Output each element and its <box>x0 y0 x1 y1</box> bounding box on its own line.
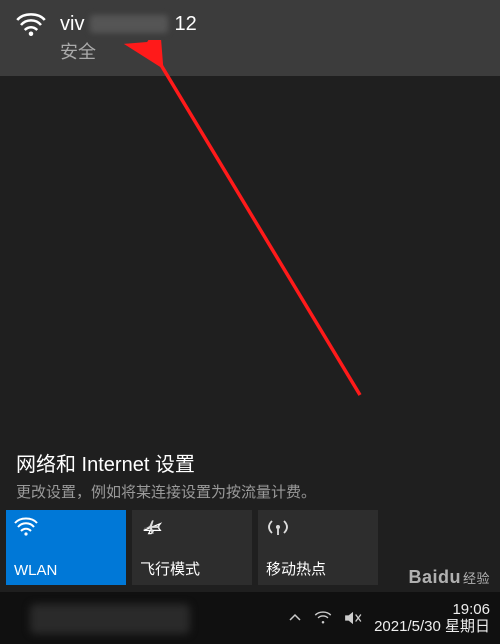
tile-label: 移动热点 <box>266 558 370 579</box>
annotation-arrow <box>120 40 380 410</box>
wifi-name: viv 12 <box>60 12 197 36</box>
taskbar-clock[interactable]: 19:06 2021/5/30 星期日 <box>374 601 490 636</box>
tile-mobile-hotspot[interactable]: 移动热点 <box>258 510 378 585</box>
system-tray: 19:06 2021/5/30 星期日 <box>288 601 490 636</box>
network-settings-link[interactable]: 网络和 Internet 设置 更改设置，例如将某连接设置为按流量计费。 <box>0 448 500 502</box>
wifi-name-redacted <box>90 15 168 33</box>
clock-time: 19:06 <box>374 601 490 618</box>
tile-wlan[interactable]: WLAN <box>6 510 126 585</box>
wifi-network-item[interactable]: viv 12 安全 <box>0 0 500 76</box>
chevron-up-icon[interactable] <box>288 611 302 625</box>
network-flyout: viv 12 安全 网络和 Internet 设置 更改设置，例如将某连接设置为… <box>0 0 500 644</box>
wifi-icon <box>16 12 46 38</box>
settings-subtitle: 更改设置，例如将某连接设置为按流量计费。 <box>16 481 484 502</box>
wifi-status-label: 安全 <box>60 38 197 64</box>
taskbar-redacted <box>30 604 190 634</box>
settings-title: 网络和 Internet 设置 <box>16 448 484 477</box>
watermark-brand: Baidu <box>408 567 461 587</box>
quick-tiles: WLAN 飞行模式 移动热点 <box>0 510 384 585</box>
wifi-icon <box>14 516 118 538</box>
watermark: Baidu经验 <box>408 567 490 588</box>
tile-airplane-mode[interactable]: 飞行模式 <box>132 510 252 585</box>
airplane-icon <box>140 516 244 538</box>
wifi-name-prefix: viv <box>60 12 84 36</box>
watermark-suffix: 经验 <box>463 571 490 586</box>
wifi-icon[interactable] <box>314 611 332 625</box>
hotspot-icon <box>266 516 370 538</box>
wifi-name-suffix: 12 <box>174 12 196 36</box>
tile-label: 飞行模式 <box>140 558 244 579</box>
volume-mute-icon[interactable] <box>344 611 362 625</box>
tile-label: WLAN <box>14 562 118 579</box>
taskbar: 19:06 2021/5/30 星期日 <box>0 592 500 644</box>
clock-date: 2021/5/30 星期日 <box>374 618 490 635</box>
wifi-text: viv 12 安全 <box>60 12 197 64</box>
